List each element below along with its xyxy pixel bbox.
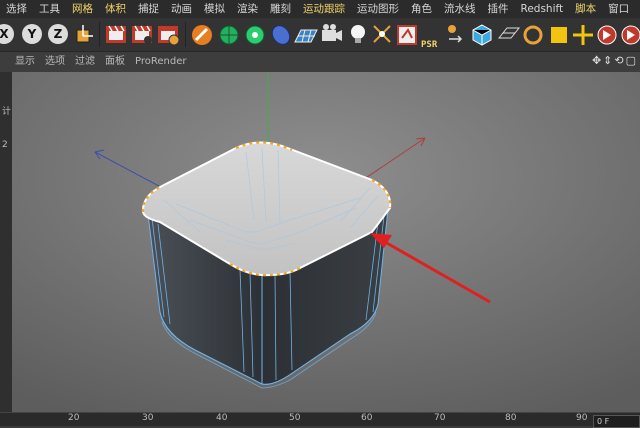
move-view-icon[interactable]: ✥: [592, 54, 601, 67]
timeline-tick: 80: [505, 413, 517, 423]
viewport-menu-panel[interactable]: 面板: [100, 52, 130, 72]
menu-select[interactable]: 选择: [0, 0, 33, 18]
viewport-menu-prorender[interactable]: ProRender: [130, 52, 191, 72]
axis-y-button[interactable]: Y: [22, 24, 42, 44]
viewport-nav-icons: ✥ ⇕ ⟲ ▢: [590, 54, 636, 67]
menu-motion-tracking[interactable]: 运动跟踪: [297, 0, 351, 18]
floor-scene-icon[interactable]: [293, 22, 319, 47]
zoom-view-icon[interactable]: ⇕: [603, 54, 612, 67]
menu-mesh[interactable]: 网格: [66, 0, 99, 18]
timeline-tick: 50: [289, 413, 301, 423]
viewport-canvas[interactable]: [0, 72, 640, 412]
timeline-ruler[interactable]: 20 30 40 50 60 70 80 90 0 F: [0, 412, 640, 428]
camera-icon[interactable]: [320, 22, 344, 47]
menu-plugins[interactable]: 插件: [482, 0, 515, 18]
psr-label: PSR: [421, 40, 438, 50]
menu-volume[interactable]: 体积: [99, 0, 132, 18]
pen-spline-icon[interactable]: [190, 22, 214, 47]
menu-window[interactable]: 窗口: [602, 0, 635, 18]
timeline-tick: 90: [576, 413, 588, 423]
menu-mograph[interactable]: 运动图形: [351, 0, 405, 18]
menu-character[interactable]: 角色: [405, 0, 438, 18]
xyz-lock-icon[interactable]: [446, 22, 468, 47]
side-label-1: 计: [2, 107, 12, 117]
measure-icon[interactable]: [396, 22, 418, 47]
timeline-tick: 60: [361, 413, 373, 423]
menu-simulate[interactable]: 模拟: [198, 0, 231, 18]
deformer-icon[interactable]: [269, 22, 293, 47]
timeline-tick: 40: [216, 413, 228, 423]
move-icon[interactable]: [548, 22, 570, 47]
menu-sculpt[interactable]: 雕刻: [264, 0, 297, 18]
side-label-2: 2: [2, 140, 8, 150]
menu-redshift[interactable]: Redshift: [515, 0, 570, 18]
menu-script[interactable]: 脚本: [569, 0, 602, 18]
timeline-tick: 70: [434, 413, 446, 423]
light-bulb-icon[interactable]: [347, 22, 369, 47]
axis-z-button[interactable]: Z: [48, 24, 68, 44]
main-menu-bar: 选择 工具 网格 体积 捕捉 动画 模拟 渲染 雕刻 运动跟踪 运动图形 角色 …: [0, 0, 640, 18]
viewport-menu-options[interactable]: 选项: [40, 52, 70, 72]
scale-icon[interactable]: [572, 22, 594, 47]
viewport-menu-filter[interactable]: 过滤: [70, 52, 100, 72]
menu-pipeline[interactable]: 流水线: [438, 0, 482, 18]
subdivision-icon[interactable]: [217, 22, 241, 47]
viewport-menu-bar: 显示 选项 过滤 面板 ProRender: [0, 52, 640, 72]
menu-tools[interactable]: 工具: [33, 0, 66, 18]
menu-snap[interactable]: 捕捉: [132, 0, 165, 18]
cube-icon[interactable]: [470, 22, 494, 47]
menu-render[interactable]: 渲染: [231, 0, 264, 18]
timeline-tick: 30: [142, 413, 154, 423]
snap-icon[interactable]: [371, 22, 393, 47]
render-settings-icon[interactable]: [156, 22, 180, 47]
render-view-icon[interactable]: [104, 22, 128, 47]
rotate-icon[interactable]: [596, 22, 618, 47]
3d-viewport[interactable]: 计 2: [0, 72, 640, 412]
workplane-icon[interactable]: [497, 22, 521, 47]
cloner-icon[interactable]: [243, 22, 267, 47]
rotate-view-icon[interactable]: ⟲: [614, 54, 623, 67]
menu-animate[interactable]: 动画: [165, 0, 198, 18]
rotate-tool-icon[interactable]: [620, 22, 640, 47]
render-picture-queue-icon[interactable]: [130, 22, 154, 47]
toggle-view-icon[interactable]: ▢: [626, 54, 636, 67]
axis-x-button[interactable]: X: [0, 24, 14, 44]
main-toolbar: X Y Z PSR: [0, 18, 640, 63]
live-select-icon[interactable]: [522, 22, 544, 47]
left-panel-strip: 计 2: [0, 72, 12, 412]
coordinate-system-icon[interactable]: [74, 22, 96, 47]
timeline-tick: 20: [68, 413, 80, 423]
current-frame-field[interactable]: 0 F: [593, 415, 640, 428]
viewport-menu-display[interactable]: 显示: [10, 52, 40, 72]
